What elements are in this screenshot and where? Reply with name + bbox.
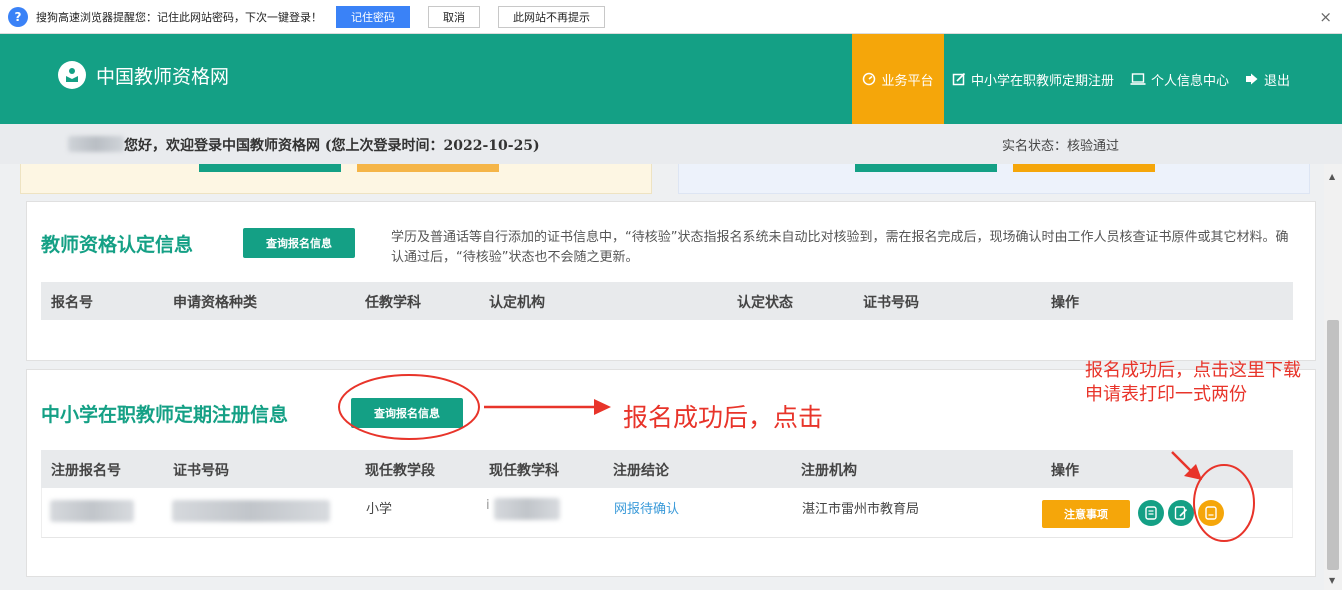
welcome-bar: 您好，欢迎登录中国教师资格网 (您上次登录时间：2022-10-25) 实名状态… xyxy=(0,124,1342,164)
nav-registration-label: 中小学在职教师定期注册 xyxy=(970,73,1114,89)
nav-business-platform[interactable]: 业务平台 xyxy=(851,34,944,124)
close-icon[interactable]: × xyxy=(1319,8,1332,26)
nav-profile-label: 个人信息中心 xyxy=(1150,73,1229,89)
nav-logout[interactable]: 退出 xyxy=(1237,34,1342,124)
laptop-icon xyxy=(1130,73,1146,85)
dashboard-icon xyxy=(863,72,876,86)
help-icon: ? xyxy=(8,6,28,27)
cancel-button[interactable]: 取消 xyxy=(428,5,480,28)
nav-logout-label: 退出 xyxy=(1263,73,1290,89)
scrollbar-thumb[interactable] xyxy=(1327,320,1339,570)
scroll-down-icon[interactable]: ▼ xyxy=(1329,576,1335,585)
nav-business-platform-label: 业务平台 xyxy=(881,73,934,89)
scroll-up-icon[interactable]: ▲ xyxy=(1329,172,1335,181)
pointer-line xyxy=(1171,451,1193,473)
never-remind-button[interactable]: 此网站不再提示 xyxy=(498,5,605,28)
edit-icon xyxy=(952,72,966,86)
teacher-logo-icon xyxy=(58,61,86,89)
nav-registration[interactable]: 中小学在职教师定期注册 xyxy=(944,34,1122,124)
arrow-head xyxy=(594,399,611,415)
site-title: 中国教师资格网 xyxy=(96,65,230,88)
top-nav: 业务平台 中小学在职教师定期注册 个人信息中心 退出 xyxy=(851,34,1342,124)
password-reminder-bar: ? 搜狗高速浏览器提醒您：记住此网站密码，下次一键登录！ 记住密码 取消 此网站… xyxy=(0,0,1342,34)
annotation-overlay xyxy=(338,374,1255,542)
password-reminder-message: 搜狗高速浏览器提醒您：记住此网站密码，下次一键登录！ xyxy=(36,10,322,24)
remember-password-button[interactable]: 记住密码 xyxy=(336,5,410,28)
welcome-text: 您好，欢迎登录中国教师资格网 (您上次登录时间：2022-10-25) xyxy=(124,138,540,154)
site-header: 中国教师资格网 业务平台 中小学在职教师定期注册 个人信息中心 退出 xyxy=(0,34,1342,124)
download-icon-highlight-ellipse xyxy=(1193,464,1255,542)
redacted-username xyxy=(68,136,124,152)
realname-status: 实名状态：核验通过 xyxy=(1002,139,1120,154)
site-logo[interactable]: 中国教师资格网 xyxy=(58,61,229,89)
query-button-highlight-ellipse xyxy=(338,374,480,440)
page: ? 搜狗高速浏览器提醒您：记住此网站密码，下次一键登录！ 记住密码 取消 此网站… xyxy=(0,0,1342,590)
page-scrollbar[interactable]: ▲ ▼ xyxy=(1324,164,1342,590)
logout-icon xyxy=(1245,73,1258,85)
content-area: 教师资格认定信息 查询报名信息 学历及普通话等自行添加的证书信息中，“待核验”状… xyxy=(6,164,1324,590)
nav-profile[interactable]: 个人信息中心 xyxy=(1122,34,1237,124)
